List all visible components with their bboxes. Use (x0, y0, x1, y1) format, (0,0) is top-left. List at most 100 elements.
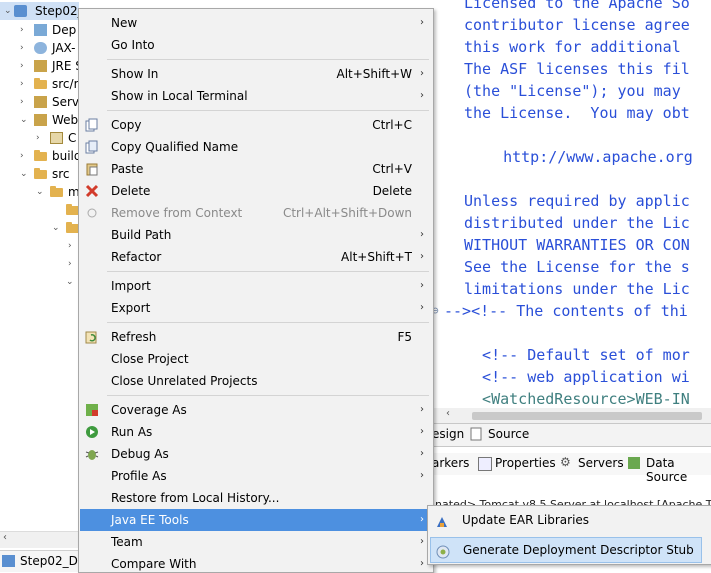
menu-item-label: Import (111, 279, 151, 293)
views-toolbar: arkers Properties ⚙ Servers Data Source (432, 453, 711, 484)
folder-icon (34, 150, 47, 161)
expand-icon[interactable]: › (68, 237, 72, 255)
menu-item-go-into[interactable]: Go Into (80, 34, 432, 56)
scroll-left-icon[interactable]: ‹ (446, 408, 450, 419)
menu-item-run-as[interactable]: Run As › (80, 421, 432, 443)
menu-item-show-in-local-terminal[interactable]: Show in Local Terminal › (80, 85, 432, 107)
descriptor-icon (34, 24, 47, 36)
collapse-icon[interactable]: ⌄ (20, 111, 28, 129)
menu-separator (107, 322, 429, 323)
menu-item-team[interactable]: Team › (80, 531, 432, 553)
code-line: See the License for the s (464, 258, 690, 276)
menu-item-label: Copy Qualified Name (111, 140, 239, 154)
collapse-icon[interactable]: ⌄ (36, 183, 44, 201)
tree-item-project[interactable]: ⌄ Step02_DB (0, 2, 79, 20)
menu-item-label: Go Into (111, 38, 155, 52)
paste-icon (85, 162, 99, 176)
scrollbar-thumb[interactable] (472, 412, 702, 420)
collapse-icon[interactable]: ⌄ (52, 219, 60, 237)
project-icon (14, 5, 27, 17)
explorer-horizontal-scrollbar[interactable]: ‹ (0, 531, 79, 548)
menu-item-label: Close Project (111, 352, 189, 366)
menu-item-label: New (111, 16, 138, 30)
bottom-project-label[interactable]: Step02_DB (20, 554, 86, 568)
menu-item-update-ear-libraries[interactable]: Update EAR Libraries (429, 508, 711, 532)
menu-item-close-project[interactable]: Close Project (80, 348, 432, 370)
tree-item-label: C (68, 131, 77, 145)
expand-icon[interactable]: › (20, 75, 24, 93)
menu-item-copy-qualified-name[interactable]: Copy Qualified Name (80, 136, 432, 158)
debug-icon (85, 447, 99, 461)
tab-properties[interactable]: Properties (495, 456, 556, 470)
editor-horizontal-scrollbar[interactable]: ‹ (432, 408, 711, 424)
menu-item-show-in[interactable]: Show In Alt+Shift+W › (80, 63, 432, 85)
menu-item-shortcut: Ctrl+V (372, 162, 412, 176)
expand-icon[interactable]: › (68, 255, 72, 273)
menu-separator (107, 395, 429, 396)
menu-item-label: Coverage As (111, 403, 187, 417)
ear-libraries-icon (435, 513, 449, 527)
xml-editor[interactable]: 3 ⊖ Licensed to the Apache So contributo… (432, 0, 711, 425)
tree-item-label: Step02_DB (35, 4, 79, 18)
menu-item-import[interactable]: Import › (80, 275, 432, 297)
expand-icon[interactable]: › (20, 39, 24, 57)
menu-item-compare-with[interactable]: Compare With › (80, 553, 432, 572)
expand-icon[interactable]: › (20, 57, 24, 75)
tab-servers[interactable]: Servers (578, 456, 624, 470)
code-line: The ASF licenses this fil (464, 60, 690, 78)
collapse-icon[interactable]: ⌄ (66, 273, 74, 291)
submenu-arrow-icon: › (420, 404, 424, 415)
menu-item-new[interactable]: New › (80, 12, 432, 34)
menu-item-paste[interactable]: Paste Ctrl+V (80, 158, 432, 180)
deployment-descriptor-icon (436, 543, 450, 559)
menu-item-label: Export (111, 301, 151, 315)
menu-item-label: Build Path (111, 228, 172, 242)
menu-item-label: Run As (111, 425, 153, 439)
menu-item-shortcut: Delete (372, 184, 412, 198)
code-line: (the "License"); you may (464, 82, 681, 100)
menu-item-build-path[interactable]: Build Path › (80, 224, 432, 246)
expand-icon[interactable]: › (20, 147, 24, 165)
submenu-arrow-icon: › (420, 280, 424, 291)
menu-item-delete[interactable]: Delete Delete (80, 180, 432, 202)
tree-item-label: Web (52, 113, 79, 127)
scroll-left-icon[interactable]: ‹ (3, 532, 7, 543)
tree-item-label: JAX- (52, 41, 76, 55)
code-line: --><!-- The contents of thi (444, 302, 688, 320)
menu-item-profile-as[interactable]: Profile As › (80, 465, 432, 487)
expand-icon[interactable]: › (20, 21, 24, 39)
expand-icon[interactable]: › (20, 93, 24, 111)
library-icon (34, 96, 47, 108)
delete-icon (85, 184, 99, 198)
menu-separator (107, 59, 429, 60)
menu-item-copy[interactable]: Copy Ctrl+C (80, 114, 432, 136)
java-ee-tools-submenu: Update EAR Libraries Generate Deployment… (427, 505, 711, 565)
menu-item-coverage-as[interactable]: Coverage As › (80, 399, 432, 421)
tree-item-label: src/m (52, 77, 79, 91)
menu-item-close-unrelated-projects[interactable]: Close Unrelated Projects (80, 370, 432, 392)
submenu-arrow-icon: › (420, 558, 424, 569)
run-icon (85, 425, 99, 439)
tab-data-source[interactable]: Data Source (646, 456, 711, 484)
menu-item-refresh[interactable]: Refresh F5 (80, 326, 432, 348)
code-line: WITHOUT WARRANTIES OR CON (464, 236, 690, 254)
tab-markers[interactable]: arkers (432, 456, 469, 470)
menu-item-export[interactable]: Export › (80, 297, 432, 319)
code-line: this work for additional (464, 38, 681, 56)
menu-item-label: Update EAR Libraries (462, 513, 590, 527)
collapse-icon[interactable]: ⌄ (4, 2, 12, 20)
menu-item-debug-as[interactable]: Debug As › (80, 443, 432, 465)
menu-item-generate-deployment-descriptor-stub[interactable]: Generate Deployment Descriptor Stub (430, 537, 702, 563)
menu-item-restore-from-local-history[interactable]: Restore from Local History... (80, 487, 432, 509)
tree-item-label: JRE S (52, 59, 79, 73)
project-icon (2, 555, 15, 567)
tab-design[interactable]: esign (432, 427, 464, 441)
code-line: Licensed to the Apache So (464, 0, 690, 12)
menu-item-remove-from-context: Remove from Context Ctrl+Alt+Shift+Down (80, 202, 432, 224)
expand-icon[interactable]: › (36, 129, 40, 147)
collapse-icon[interactable]: ⌄ (20, 165, 28, 183)
tab-source[interactable]: Source (488, 427, 529, 441)
refresh-icon (85, 330, 99, 344)
menu-item-java-ee-tools[interactable]: Java EE Tools › (80, 509, 432, 531)
menu-item-refactor[interactable]: Refactor Alt+Shift+T › (80, 246, 432, 268)
